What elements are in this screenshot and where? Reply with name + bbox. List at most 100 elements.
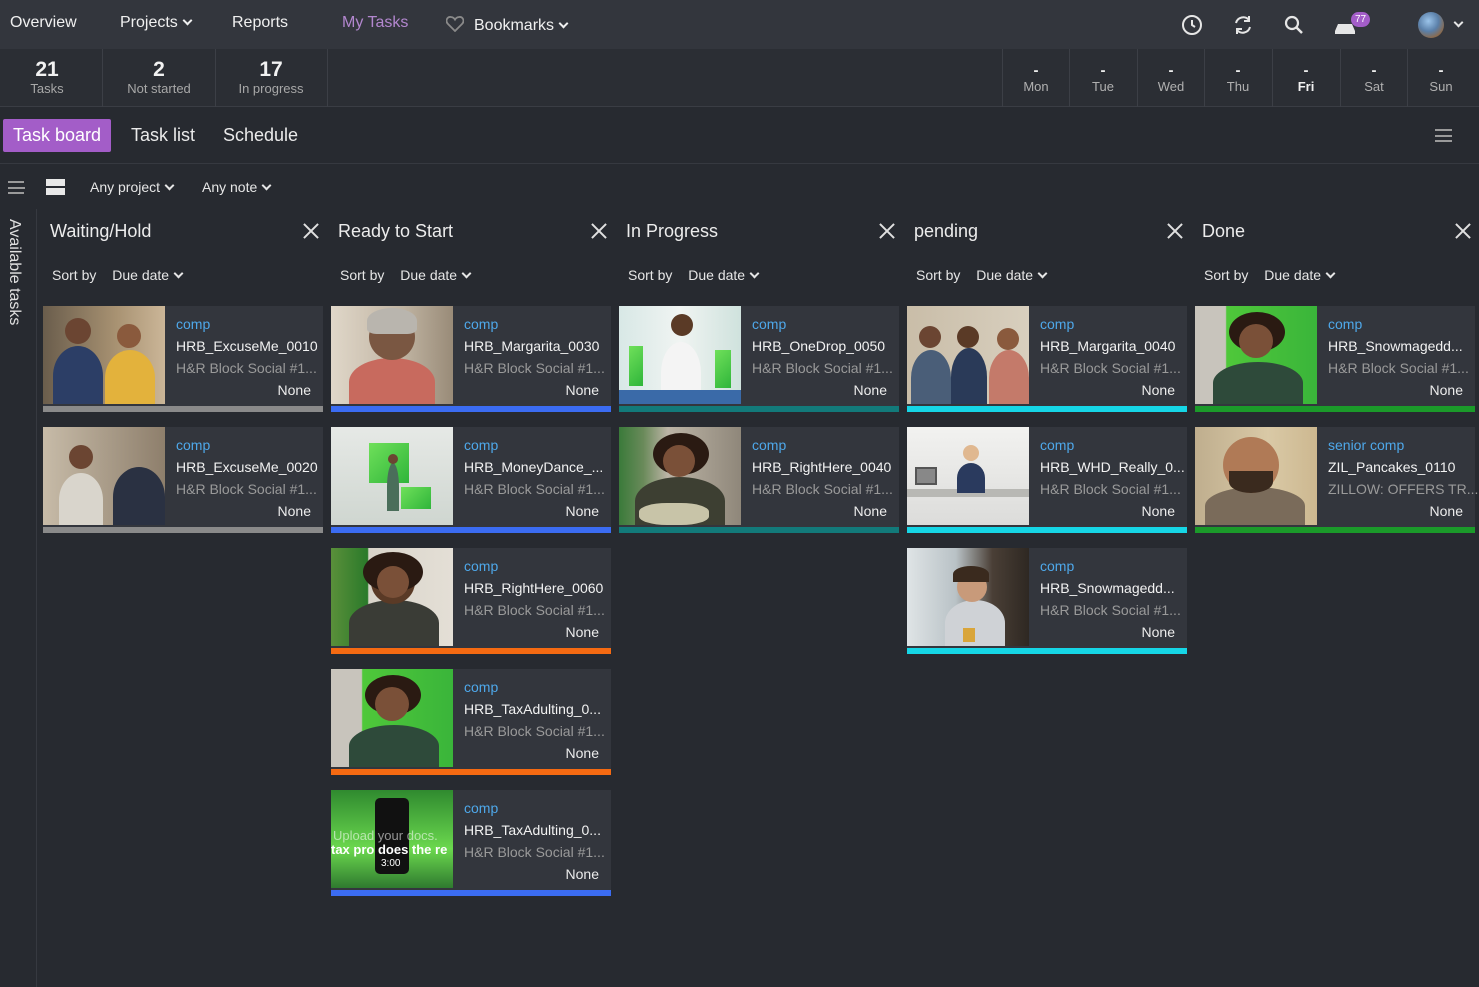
task-card[interactable]: comp HRB_WHD_Really_0... H&R Block Socia… — [907, 427, 1187, 533]
task-due: None — [1141, 503, 1175, 519]
close-icon[interactable] — [1455, 223, 1471, 239]
stat-tasks-label: Tasks — [30, 81, 64, 96]
tab-task-list[interactable]: Task list — [121, 119, 205, 152]
tab-schedule[interactable]: Schedule — [213, 119, 308, 152]
status-bar — [331, 648, 611, 654]
task-project: H&R Block Social #1... — [464, 723, 605, 739]
task-thumbnail — [331, 427, 453, 525]
column-title: In Progress — [626, 221, 719, 241]
thumbnail-image — [331, 427, 453, 525]
search-icon[interactable] — [1282, 13, 1306, 37]
task-card[interactable]: comp HRB_Margarita_0030 H&R Block Social… — [331, 306, 611, 412]
task-type: comp — [1328, 316, 1363, 332]
chevron-down-icon — [164, 180, 175, 191]
thumbnail-image — [331, 548, 453, 646]
task-name: HRB_Snowmagedd... — [1040, 580, 1175, 596]
user-avatar[interactable] — [1418, 12, 1444, 38]
available-tasks-label: Available tasks — [6, 219, 23, 326]
task-type: comp — [464, 679, 499, 695]
task-name: HRB_OneDrop_0050 — [752, 338, 886, 354]
nav-my-tasks[interactable]: My Tasks — [342, 14, 408, 32]
task-due: None — [1141, 624, 1175, 640]
task-project: H&R Block Social #1... — [464, 481, 605, 497]
status-bar — [907, 527, 1187, 533]
thumbnail-caption: 3:00 — [381, 858, 401, 869]
task-card[interactable]: comp HRB_RightHere_0040 H&R Block Social… — [619, 427, 899, 533]
task-type: comp — [752, 437, 787, 453]
task-type: comp — [176, 316, 211, 332]
task-thumbnail — [331, 669, 453, 767]
task-due: None — [853, 382, 887, 398]
day-thu[interactable]: - Thu — [1205, 62, 1271, 96]
task-card[interactable]: comp HRB_TaxAdulting_0... H&R Block Soci… — [331, 669, 611, 775]
day-fri[interactable]: - Fri — [1273, 63, 1339, 96]
task-name: HRB_WHD_Really_0... — [1040, 459, 1185, 475]
task-card[interactable]: comp HRB_ExcuseMe_0020 H&R Block Social … — [43, 427, 323, 533]
close-icon[interactable] — [1167, 223, 1183, 239]
menu-icon[interactable] — [1435, 129, 1452, 142]
nav-projects[interactable]: Projects — [120, 14, 193, 32]
task-name: ZIL_Pancakes_0110 — [1328, 459, 1456, 475]
status-bar — [43, 406, 323, 412]
sort-control[interactable]: Sort by Due date — [340, 267, 472, 283]
task-card[interactable]: comp HRB_MoneyDance_... H&R Block Social… — [331, 427, 611, 533]
sort-label: Sort by — [1204, 267, 1249, 283]
refresh-icon[interactable] — [1231, 13, 1255, 37]
task-card[interactable]: comp HRB_ExcuseMe_0010 H&R Block Social … — [43, 306, 323, 412]
task-card[interactable]: comp HRB_RightHere_0060 H&R Block Social… — [331, 548, 611, 654]
sort-label: Sort by — [52, 267, 97, 283]
sort-control[interactable]: Sort by Due date — [52, 267, 184, 283]
task-thumbnail — [1195, 306, 1317, 404]
day-sun[interactable]: - Sun — [1408, 63, 1474, 96]
task-project: H&R Block Social #1... — [1040, 360, 1181, 376]
day-label: Wed — [1157, 79, 1185, 94]
day-mon[interactable]: - Mon — [1003, 63, 1069, 96]
day-value: - — [1371, 62, 1377, 79]
tab-task-board[interactable]: Task board — [3, 119, 112, 152]
close-icon[interactable] — [303, 223, 319, 239]
day-wed[interactable]: - Wed — [1138, 63, 1204, 96]
task-name: HRB_MoneyDance_... — [464, 459, 604, 475]
project-filter[interactable]: Any project — [90, 179, 175, 195]
task-type: comp — [464, 316, 499, 332]
sort-control[interactable]: Sort by Due date — [628, 267, 760, 283]
nav-reports[interactable]: Reports — [232, 14, 288, 32]
column-title: Done — [1202, 221, 1246, 241]
column-header: Ready to Start — [331, 219, 611, 245]
task-card[interactable]: comp HRB_OneDrop_0050 H&R Block Social #… — [619, 306, 899, 412]
clock-icon[interactable] — [1180, 13, 1204, 37]
note-filter[interactable]: Any note — [202, 179, 272, 195]
task-card[interactable]: Upload your docs. tax pro does the re 3:00… — [331, 790, 611, 896]
close-icon[interactable] — [879, 223, 895, 239]
task-card[interactable]: senior comp ZIL_Pancakes_0110 ZILLOW: OF… — [1195, 427, 1478, 533]
sort-label: Sort by — [916, 267, 961, 283]
close-icon[interactable] — [591, 223, 607, 239]
task-card[interactable]: comp HRB_Snowmagedd... H&R Block Social … — [1195, 306, 1475, 412]
chevron-down-icon — [558, 18, 569, 29]
task-card[interactable]: comp HRB_Snowmagedd... H&R Block Social … — [907, 548, 1187, 654]
task-project: H&R Block Social #1... — [464, 360, 605, 376]
day-sat[interactable]: - Sat — [1341, 62, 1407, 96]
task-due: None — [565, 745, 599, 761]
sort-control[interactable]: Sort by Due date — [1204, 267, 1336, 283]
list-toggle-icon[interactable] — [8, 181, 25, 194]
avatar-chevron-down-icon[interactable] — [1453, 17, 1464, 28]
thumbnail-image — [907, 306, 1029, 404]
available-tasks-sidebar[interactable]: Available tasks — [0, 209, 37, 987]
task-type: comp — [176, 437, 211, 453]
day-tue[interactable]: - Tue — [1070, 63, 1136, 96]
stat-in-progress-count: 17 — [259, 58, 283, 81]
nav-bookmarks[interactable]: Bookmarks — [445, 14, 569, 35]
stat-not-started: 2 Not started — [118, 59, 200, 97]
task-type: senior comp — [1328, 437, 1405, 453]
status-bar — [907, 648, 1187, 654]
task-due: None — [565, 624, 599, 640]
day-value: - — [1235, 62, 1241, 79]
task-card[interactable]: comp HRB_Margarita_0040 H&R Block Social… — [907, 306, 1187, 412]
chevron-down-icon — [749, 268, 760, 279]
task-name: HRB_TaxAdulting_0... — [464, 701, 601, 717]
nav-overview[interactable]: Overview — [10, 14, 77, 32]
board-view-icon[interactable] — [46, 179, 65, 195]
chevron-down-icon — [1325, 268, 1336, 279]
sort-control[interactable]: Sort by Due date — [916, 267, 1048, 283]
